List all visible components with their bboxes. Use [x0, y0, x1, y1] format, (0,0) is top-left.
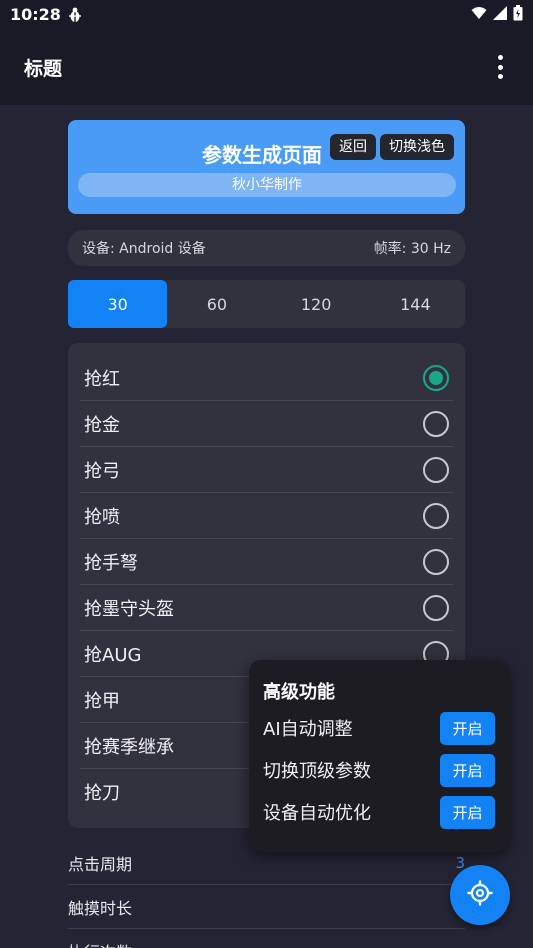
- advanced-item-device-optimize: 设备自动优化 开启: [263, 795, 495, 829]
- option-label: 抢红: [84, 368, 120, 390]
- list-item[interactable]: 抢弓: [80, 447, 453, 493]
- page-title: 参数生成页面: [202, 143, 322, 167]
- option-label: 抢弓: [84, 460, 120, 482]
- radio-button[interactable]: [423, 411, 449, 437]
- param-label: 执行次数: [68, 939, 132, 948]
- advanced-panel: 高级功能 AI自动调整 开启 切换顶级参数 开启 设备自动优化 开启: [249, 660, 509, 852]
- status-time: 10:28: [10, 5, 61, 24]
- fps-option-60[interactable]: 60: [167, 280, 266, 328]
- option-label: 抢刀: [84, 783, 120, 804]
- param-label: 点击周期: [68, 854, 133, 874]
- option-label: 抢喷: [84, 506, 120, 528]
- radio-button[interactable]: [423, 595, 449, 621]
- status-bar: 10:28: [0, 0, 533, 29]
- list-item[interactable]: 抢金: [80, 401, 453, 447]
- radio-button[interactable]: [423, 549, 449, 575]
- device-label: 设备: Android 设备: [82, 241, 206, 257]
- enable-button[interactable]: 开启: [440, 753, 495, 787]
- settings-fab[interactable]: [450, 865, 510, 925]
- radio-button[interactable]: [423, 457, 449, 483]
- list-item[interactable]: 抢手弩: [80, 539, 453, 585]
- advanced-item-top-params: 切换顶级参数 开启: [263, 753, 495, 787]
- param-row-touch-duration[interactable]: 触摸时长: [68, 885, 465, 929]
- header-card: 参数生成页面 返回 切换浅色 秋小华制作: [68, 120, 465, 214]
- fps-label: 帧率: 30 Hz: [373, 241, 451, 257]
- option-label: 抢AUG: [84, 644, 142, 666]
- advanced-title: 高级功能: [263, 682, 335, 703]
- advanced-label: AI自动调整: [263, 719, 353, 740]
- gear-icon: [467, 880, 493, 910]
- enable-button[interactable]: 开启: [440, 711, 495, 745]
- theme-toggle-button[interactable]: 切换浅色: [380, 134, 454, 160]
- param-row-exec-count[interactable]: 执行次数: [68, 929, 465, 948]
- wifi-icon: [471, 5, 487, 24]
- debug-bug-icon: [67, 7, 83, 23]
- list-item[interactable]: 抢红: [80, 355, 453, 401]
- app-title: 标题: [24, 57, 63, 80]
- enable-button[interactable]: 开启: [440, 795, 495, 829]
- battery-icon: [513, 4, 523, 25]
- radio-button[interactable]: [423, 503, 449, 529]
- status-icons: [471, 4, 523, 25]
- advanced-label: 切换顶级参数: [263, 761, 371, 782]
- device-info-bar: 设备: Android 设备 帧率: 30 Hz: [68, 230, 465, 266]
- param-label: 触摸时长: [68, 898, 133, 918]
- list-item[interactable]: 抢喷: [80, 493, 453, 539]
- option-label: 抢墨守头盔: [84, 598, 174, 620]
- fps-option-30[interactable]: 30: [68, 280, 168, 328]
- credit-label: 秋小华制作: [78, 173, 456, 197]
- back-button[interactable]: 返回: [330, 134, 376, 160]
- fps-option-144[interactable]: 144: [366, 280, 465, 328]
- radio-button[interactable]: [423, 365, 449, 391]
- fps-selector: 30 60 120 144: [68, 280, 465, 328]
- more-vert-icon[interactable]: [495, 55, 505, 79]
- option-label: 抢赛季继承: [84, 736, 174, 758]
- app-bar: 标题: [0, 29, 533, 105]
- advanced-label: 设备自动优化: [263, 803, 371, 824]
- advanced-item-ai-adjust: AI自动调整 开启: [263, 711, 495, 745]
- option-label: 抢金: [84, 414, 120, 436]
- signal-icon: [493, 5, 507, 24]
- fps-option-120[interactable]: 120: [267, 280, 366, 328]
- option-label: 抢手弩: [84, 552, 138, 574]
- option-label: 抢甲: [84, 690, 120, 712]
- list-item[interactable]: 抢墨守头盔: [80, 585, 453, 631]
